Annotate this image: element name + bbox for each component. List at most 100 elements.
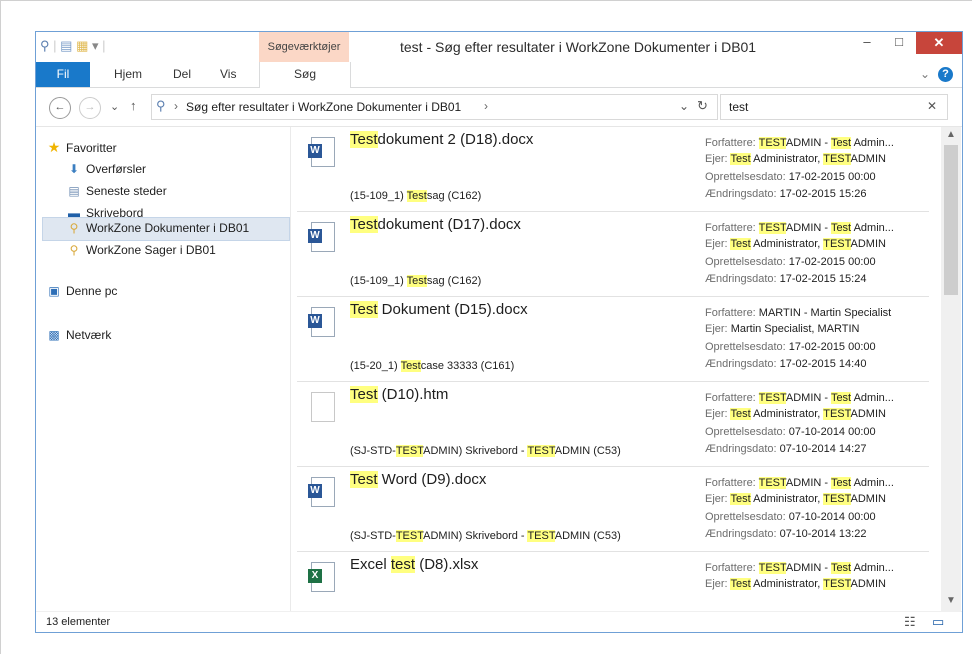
search-input-value[interactable]: test: [729, 100, 748, 114]
result-row[interactable]: W Test Word (D9).docx (SJ-STD-TESTADMIN) S…: [297, 467, 929, 552]
author-line-label: Forfattere:: [705, 392, 759, 404]
text-segment: Admin...: [851, 477, 894, 489]
search-hit-highlight: TEST: [395, 530, 424, 542]
text-segment: (15-20_1): [350, 360, 401, 372]
created-line: Oprettelsesdato: 07-10-2014 00:00: [705, 426, 876, 438]
text-segment: ADMIN -: [785, 562, 831, 574]
close-button[interactable]: ✕: [916, 32, 962, 54]
search-hit-highlight: Test: [830, 562, 852, 574]
new-folder-icon[interactable]: ▦: [76, 38, 88, 53]
address-dropdown-icon[interactable]: ⌄: [679, 99, 689, 113]
search-hit-highlight: Test: [350, 386, 378, 403]
recent-locations-icon[interactable]: ⌄: [110, 100, 119, 113]
text-segment: ADMIN: [850, 408, 886, 420]
clear-search-icon[interactable]: ✕: [927, 99, 937, 113]
forward-button[interactable]: →: [79, 97, 101, 119]
author-line-label: Forfattere:: [705, 477, 759, 489]
text-segment: Martin Specialist, MARTIN: [730, 323, 860, 335]
text-segment: ADMIN (C53): [554, 445, 621, 457]
modified-value: 17-02-2015 15:24: [779, 273, 867, 285]
tab-vis[interactable]: Vis: [220, 62, 236, 87]
file-name[interactable]: Test Word (D9).docx: [350, 471, 486, 488]
owner-line: Ejer: Martin Specialist, MARTIN: [705, 323, 859, 335]
text-segment: Administrator,: [750, 153, 824, 165]
file-type-badge: W: [308, 229, 322, 243]
modified-value: 07-10-2014 14:27: [779, 443, 867, 455]
case-reference: (15-109_1) Testsag (C162): [350, 275, 481, 287]
results-list: W Testdokument 2 (D18).docx (15-109_1) Tes…: [291, 127, 941, 611]
nav-item-overforsler[interactable]: ⬇ Overførsler: [66, 159, 146, 179]
search-hit-highlight: TEST: [758, 477, 786, 489]
created-line: Oprettelsesdato: 17-02-2015 00:00: [705, 341, 876, 353]
customize-toolbar-icon[interactable]: ▾: [92, 38, 99, 53]
tab-fil[interactable]: Fil: [36, 62, 90, 87]
file-type-badge: W: [308, 314, 322, 328]
modified-line-label: Ændringsdato:: [705, 273, 780, 285]
search-input[interactable]: test ✕: [720, 94, 948, 120]
properties-icon[interactable]: ▤: [60, 38, 72, 53]
tab-del[interactable]: Del: [173, 62, 191, 87]
owner-line: Ejer: Test Administrator, TESTADMIN: [705, 238, 886, 250]
file-name[interactable]: Testdokument 2 (D18).docx: [350, 131, 533, 148]
result-row[interactable]: W Test Dokument (D15).docx (15-20_1) Testc…: [297, 297, 929, 382]
ribbon-collapse-icon[interactable]: ⌄: [920, 62, 930, 87]
file-name[interactable]: Testdokument (D17).docx: [350, 216, 521, 233]
back-button[interactable]: ←: [49, 97, 71, 119]
word-document-icon: W: [308, 137, 335, 167]
file-name[interactable]: Excel test (D8).xlsx: [350, 556, 478, 573]
created-line-label: Oprettelsesdato:: [705, 256, 789, 268]
search-hit-highlight: TEST: [823, 493, 851, 505]
path-separator: ›: [174, 99, 178, 113]
nav-item-seneste-steder[interactable]: ▤ Seneste steder: [66, 181, 166, 201]
author-line: Forfattere: TESTADMIN - Test Admin...: [705, 222, 894, 234]
refresh-icon[interactable]: ↻: [697, 98, 708, 114]
created-line: Oprettelsesdato: 17-02-2015 00:00: [705, 256, 876, 268]
search-hit-highlight: Test: [350, 216, 378, 233]
text-segment: Admin...: [851, 137, 894, 149]
tiles-view-icon[interactable]: ▭: [932, 614, 944, 630]
result-row[interactable]: Test (D10).htm (SJ-STD-TESTADMIN) Skriveb…: [297, 382, 929, 467]
context-tab-search-tools: Søgeværktøjer: [259, 32, 349, 62]
computer-icon: ▣: [48, 284, 60, 298]
result-row[interactable]: W Testdokument (D17).docx (15-109_1) Tests…: [297, 212, 929, 297]
help-icon[interactable]: ?: [938, 67, 953, 82]
scroll-up-icon[interactable]: ▲: [946, 129, 956, 140]
title-bar: ⚲ | ▤ ▦ ▾ | Søgeværktøjer test - Søg eft…: [36, 32, 962, 62]
scroll-down-icon[interactable]: ▼: [946, 595, 956, 606]
search-icon[interactable]: ⚲: [40, 38, 50, 53]
search-hit-highlight: TEST: [823, 408, 851, 420]
up-button[interactable]: ↑: [130, 98, 137, 113]
modified-line-label: Ændringsdato:: [705, 528, 780, 540]
text-segment: case 33333 (C161): [420, 360, 515, 372]
excel-document-icon: X: [308, 562, 335, 592]
nav-item-workzone-dokumenter[interactable]: ⚲ WorkZone Dokumenter i DB01: [66, 218, 250, 238]
modified-value: 17-02-2015 15:26: [779, 188, 867, 200]
address-path[interactable]: Søg efter resultater i WorkZone Dokument…: [186, 100, 461, 114]
text-segment: Admin...: [851, 392, 894, 404]
nav-item-workzone-sager[interactable]: ⚲ WorkZone Sager i DB01: [66, 240, 216, 260]
file-name[interactable]: Test Dokument (D15).docx: [350, 301, 528, 318]
minimize-button[interactable]: –: [852, 32, 882, 54]
text-segment: ADMIN -: [785, 392, 831, 404]
owner-line-label: Ejer:: [705, 578, 731, 590]
maximize-button[interactable]: □: [884, 32, 914, 54]
result-row[interactable]: W Testdokument 2 (D18).docx (15-109_1) Tes…: [297, 127, 929, 212]
nav-network[interactable]: ▩ Netværk: [46, 325, 111, 345]
created-line-label: Oprettelsesdato:: [705, 341, 789, 353]
author-line: Forfattere: TESTADMIN - Test Admin...: [705, 137, 894, 149]
search-hit-highlight: Test: [730, 408, 751, 420]
tab-hjem[interactable]: Hjem: [114, 62, 142, 87]
search-location-icon: ⚲: [156, 98, 166, 113]
file-type-badge: W: [308, 484, 322, 498]
text-segment: ADMIN) Skrivebord -: [423, 445, 528, 457]
modified-value: 17-02-2015 14:40: [779, 358, 867, 370]
search-hit-highlight: Test: [830, 222, 852, 234]
file-name[interactable]: Test (D10).htm: [350, 386, 448, 403]
address-bar[interactable]: ⚲ › Søg efter resultater i WorkZone Doku…: [151, 94, 718, 120]
tab-sog[interactable]: Søg: [259, 62, 351, 88]
result-row[interactable]: X Excel test (D8).xlsx Forfattere: TESTADM…: [297, 552, 929, 611]
scrollbar-thumb[interactable]: [944, 145, 958, 295]
nav-this-pc[interactable]: ▣ Denne pc: [46, 281, 117, 301]
details-view-icon[interactable]: ☷: [904, 614, 916, 630]
nav-favorites[interactable]: ★ Favoritter: [46, 137, 117, 157]
